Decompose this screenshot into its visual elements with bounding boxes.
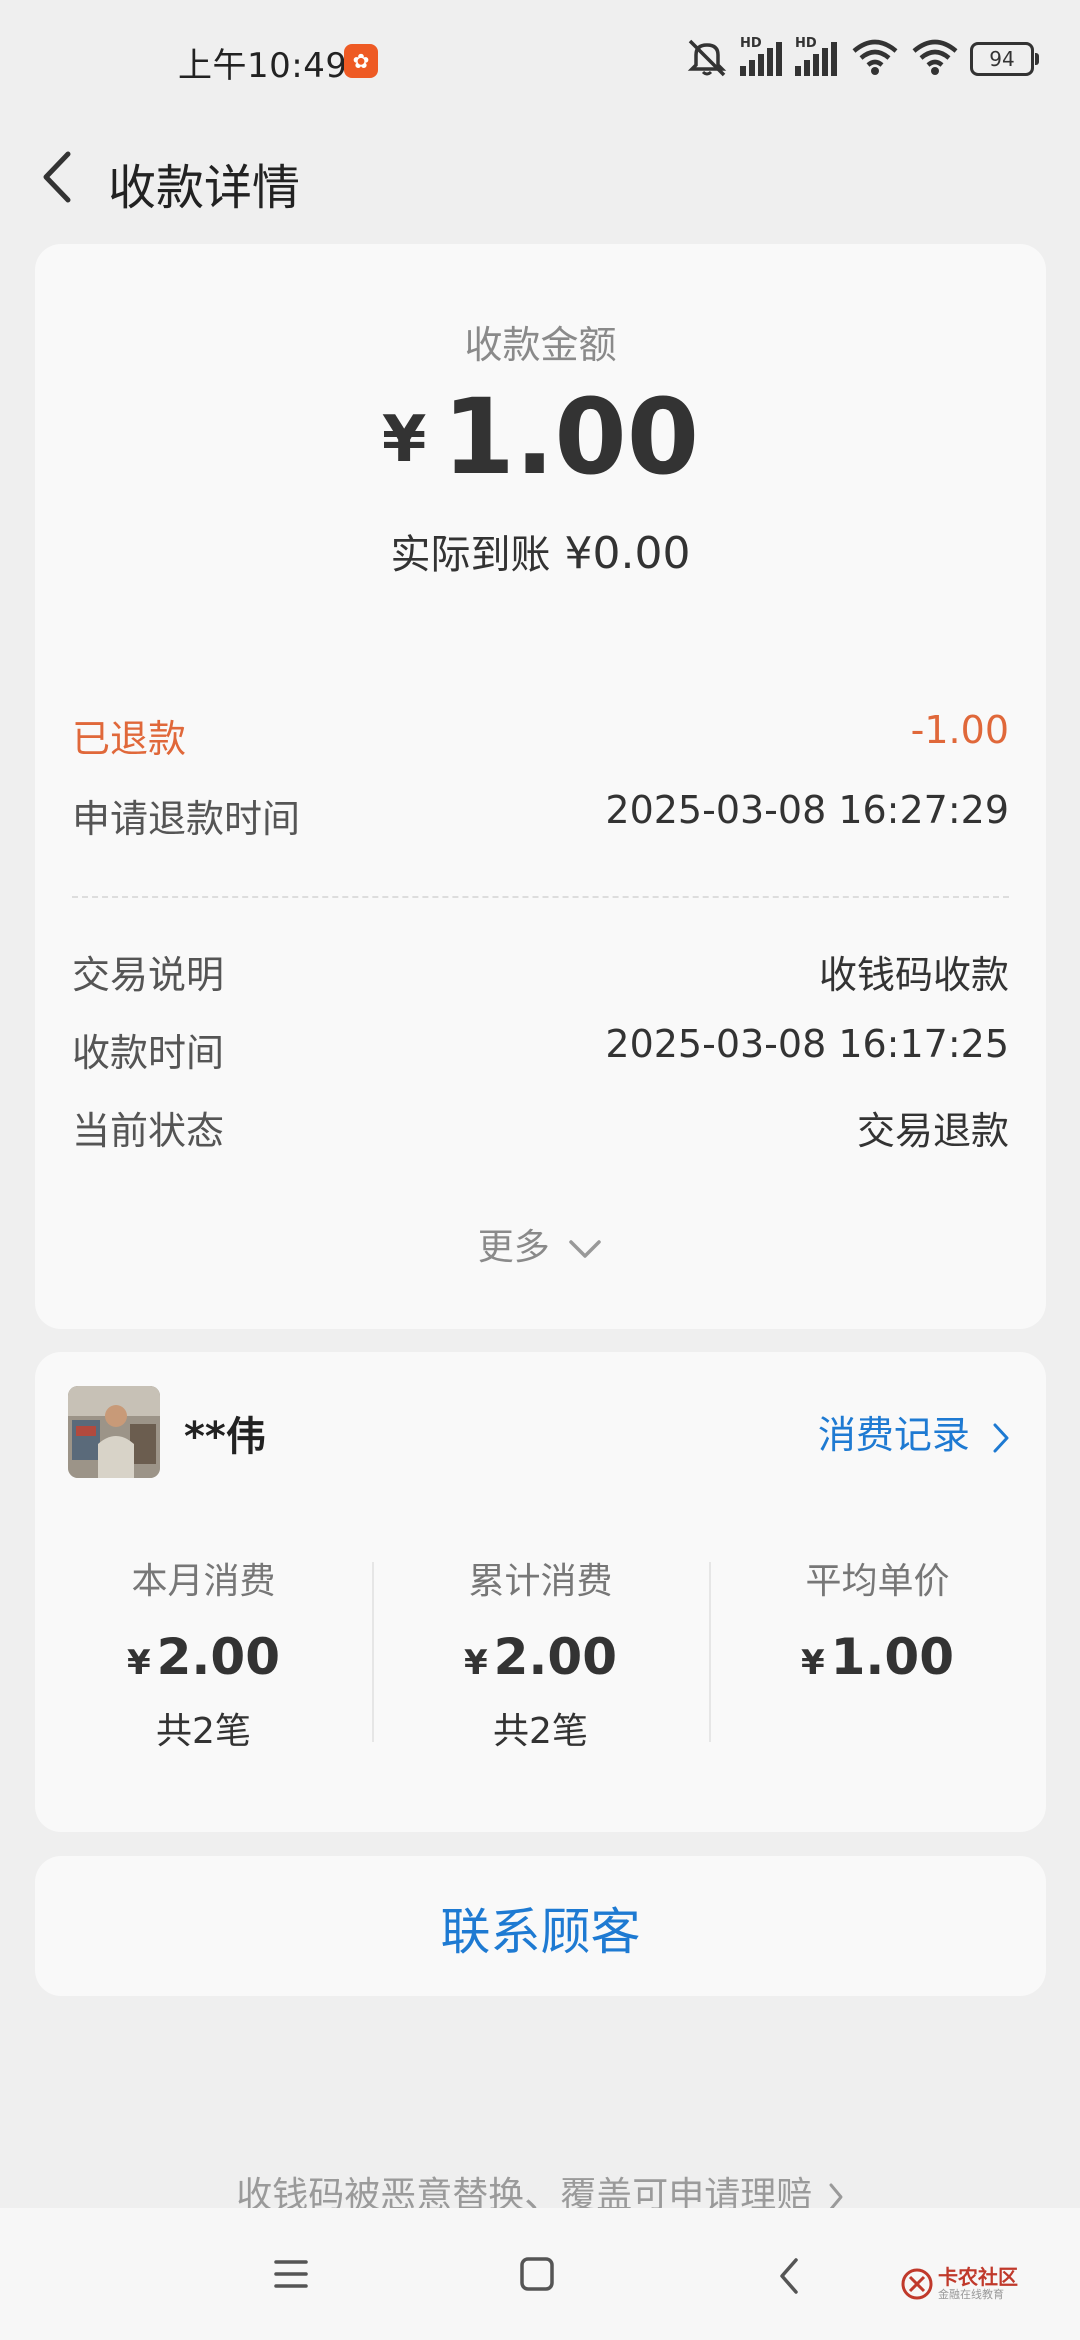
- app-notification-icon: ✿: [344, 44, 378, 78]
- watermark-title: 卡农社区: [938, 2265, 1018, 2289]
- page-title: 收款详情: [108, 160, 301, 216]
- system-back-button[interactable]: [776, 2256, 802, 2300]
- stat-average: 平均单价 ¥1.00: [709, 1552, 1046, 1686]
- refund-time-row: 申请退款时间 2025-03-08 16:27:29: [72, 788, 1009, 848]
- watermark-subtitle: 金融在线教育: [938, 2288, 1004, 2301]
- status-icons: HD HD 94: [674, 36, 1039, 82]
- more-label: 更多: [477, 1227, 550, 1268]
- chevron-down-icon: [569, 1240, 601, 1258]
- stat-total: 累计消费 ¥2.00 共2笔: [372, 1552, 709, 1754]
- refund-value: -1.00: [910, 708, 1009, 752]
- records-label: 消费记录: [817, 1413, 970, 1457]
- detail-row: 当前状态 交易退款: [72, 1100, 1009, 1160]
- stat-value: ¥1.00: [800, 1628, 955, 1686]
- contact-label: 联系顾客: [440, 1903, 641, 1961]
- customer-name: **伟: [184, 1414, 266, 1460]
- signal-icon-sim1: HD: [740, 36, 785, 76]
- detail-row: 交易说明 收钱码收款: [72, 944, 1009, 1004]
- wifi-icon: [850, 37, 900, 81]
- actual-received-value: ¥0.00: [564, 528, 691, 579]
- home-icon: [520, 2257, 554, 2291]
- refund-time-label: 申请退款时间: [72, 797, 301, 841]
- actual-received-label: 实际到账: [390, 532, 551, 578]
- stat-label: 平均单价: [805, 1561, 950, 1602]
- home-button[interactable]: [518, 2256, 556, 2296]
- status-time: 上午10:49: [178, 46, 348, 86]
- actual-received: 实际到账 ¥0.00: [35, 522, 1046, 580]
- detail-value: 交易退款: [856, 1109, 1009, 1153]
- menu-button[interactable]: [272, 2256, 310, 2296]
- status-bar: 上午10:49 ✿ HD HD 94: [0, 0, 1080, 120]
- stat-value: ¥2.00: [126, 1628, 281, 1686]
- amount-label: 收款金额: [464, 323, 617, 367]
- signal-icon-sim2: HD: [795, 36, 840, 76]
- currency-symbol: ¥: [381, 403, 427, 477]
- menu-icon: [274, 2260, 308, 2288]
- detail-label: 收款时间: [72, 1031, 225, 1075]
- refund-time-value: 2025-03-08 16:27:29: [605, 788, 1009, 832]
- stat-monthly: 本月消费 ¥2.00 共2笔: [35, 1552, 372, 1754]
- detail-value: 收钱码收款: [818, 953, 1009, 997]
- detail-label: 当前状态: [72, 1109, 225, 1153]
- watermark: 卡农社区 金融在线教育: [900, 2266, 1018, 2302]
- chevron-right-icon: [993, 1423, 1009, 1452]
- stat-label: 本月消费: [131, 1561, 276, 1602]
- stat-count: 共2笔: [493, 1711, 588, 1752]
- system-nav-bar: 卡农社区 金融在线教育: [0, 2208, 1080, 2340]
- stat-count: 共2笔: [156, 1711, 251, 1752]
- more-button[interactable]: 更多: [35, 1218, 1046, 1270]
- customer-card: **伟 消费记录 本月消费 ¥2.00 共2笔 累计消费 ¥2.00 共2笔 平…: [35, 1352, 1046, 1832]
- amount-value: ¥1.00: [35, 376, 1046, 498]
- header: 收款详情: [0, 120, 1080, 240]
- stat-value: ¥2.00: [463, 1628, 618, 1686]
- stat-label: 累计消费: [468, 1561, 613, 1602]
- amount-number: 1.00: [442, 376, 700, 498]
- detail-label: 交易说明: [72, 953, 225, 997]
- wifi-icon-2: [910, 37, 960, 81]
- refund-row: 已退款 -1.00: [72, 708, 1009, 768]
- avatar[interactable]: [68, 1386, 160, 1478]
- mute-icon: [684, 37, 730, 81]
- dashed-divider: [72, 896, 1009, 898]
- detail-row: 收款时间 2025-03-08 16:17:25: [72, 1022, 1009, 1082]
- watermark-logo-icon: [901, 2268, 933, 2300]
- payment-detail-card: 收款金额 ¥1.00 实际到账 ¥0.00 已退款 -1.00 申请退款时间 20…: [35, 244, 1046, 1329]
- refund-label: 已退款: [72, 717, 187, 761]
- detail-value: 2025-03-08 16:17:25: [605, 1022, 1009, 1066]
- contact-customer-button[interactable]: 联系顾客: [35, 1856, 1046, 1996]
- back-arrow-icon: [43, 151, 71, 203]
- back-icon: [780, 2258, 798, 2294]
- battery-indicator: 94: [970, 42, 1039, 76]
- back-button[interactable]: [30, 142, 100, 212]
- consumption-records-link[interactable]: 消费记录: [818, 1404, 1010, 1459]
